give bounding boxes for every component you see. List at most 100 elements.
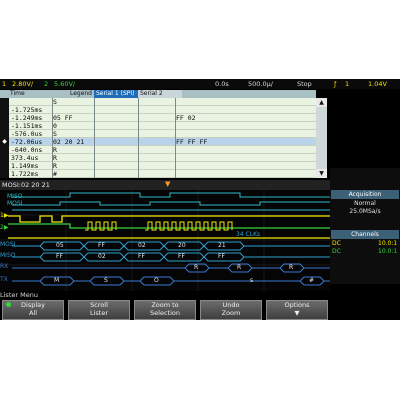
lister-row[interactable]: -1.249ms 05 FF FF 02 [0,114,316,122]
serial2-cell [176,170,314,178]
time-cell: 373.4us [11,154,39,162]
mosi-trace [12,201,330,206]
miso-byte: FF [218,253,225,260]
lister-header-legend[interactable]: Legend [52,90,94,98]
row-marker [0,114,9,122]
serial2-cell [176,122,314,130]
lister-header-time[interactable]: Time [0,90,52,98]
scroll-down-icon[interactable]: ▼ [316,169,327,178]
lister-row[interactable]: 1.722ms # [0,170,316,178]
lister-row[interactable]: -1.151ms 0 [0,122,316,130]
channels-title: Channels [331,230,399,239]
trigger-marker-icon: ▼ [165,180,171,188]
time-cell [11,98,51,106]
serial1-cell: 02 20 21 [53,138,85,146]
rx-mark: R [237,264,242,271]
serial2-cell [176,154,314,162]
selected-row-icon: ◆ [0,138,9,146]
trigger-edge-icon: ƒ [334,80,337,88]
mosi-digital-label: MOSI [7,200,23,207]
lister-row[interactable]: S [0,98,316,106]
mosi-byte: 20 [178,242,186,249]
column-divider [94,98,95,178]
miso-byte: FF [138,253,145,260]
serial2-cell [176,98,314,106]
ch2-trace [8,223,330,229]
row-marker [0,130,9,138]
sample-rate: 25.0MSa/s [349,208,381,215]
ch1-probe-ratio: 10.0:1 [378,240,398,247]
lister-header-serial2[interactable]: Serial 2 (UART) [138,90,182,105]
lister-scrollbar[interactable] [316,107,327,169]
time-cell: -640.0ns [11,146,43,154]
lister-row[interactable]: 373.4us R [0,154,316,162]
serial1-cell: R [53,146,57,154]
serial2-cell [176,146,314,154]
serial2-cell: FF FF FF [176,138,208,146]
time-cell: -72.06us [11,138,43,146]
trigger-source[interactable]: 1 [345,79,349,89]
tx-mark: M [54,277,60,284]
mosi-byte: 02 [138,242,146,249]
timebase-value[interactable]: 500.0µ/ [248,79,273,89]
serial2-cell [176,106,314,114]
serial2-rx-label: RX [0,263,9,270]
row-marker [0,98,9,106]
ch1-scale[interactable]: 2.80V/ [12,79,33,89]
waveform-display[interactable]: MISO MOSI 1▶ 2▶ MOSI MISO RX TX 34 CLKs … [0,190,330,291]
ch1-ground-marker[interactable]: 1▶ [0,212,8,220]
decode-header-bar: MOSI:02 20 21 ▼ [0,180,330,190]
status-bar: 1 2.80V/ 2 5.60V/ 0.0s 500.0µ/ Stop ƒ 1 … [0,79,400,89]
lister-row[interactable]: ◆ -72.06us 02 20 21 FF FF FF [0,138,316,146]
serial1-cell: S [53,130,57,138]
rx-mark: R [289,264,294,271]
mosi-byte: 21 [218,242,226,249]
time-cell: -1.725ms [11,106,43,114]
waveform-svg [0,190,330,291]
lister-row[interactable]: -576.0us S [0,130,316,138]
clock-burst [85,221,233,231]
softkey-scroll-lister[interactable]: Scroll Lister [68,300,130,320]
row-marker [0,162,9,170]
lister-header-fill [182,90,316,98]
acquisition-title: Acquisition [331,190,399,199]
ch2-number[interactable]: 2 [44,79,48,89]
miso-byte: FF [56,253,63,260]
time-cell: -576.0us [11,130,43,138]
delay-value[interactable]: 0.0s [215,79,229,89]
time-cell: 1.722ms [11,170,39,178]
clock-count-note: 34 CLKs [236,231,261,238]
ch2-scale[interactable]: 5.60V/ [54,79,75,89]
scope-screen: 1 2.80V/ 2 5.60V/ 0.0s 500.0µ/ Stop ƒ 1 … [0,79,400,320]
serial2-cell [176,130,314,138]
tx-mark: O [154,277,159,284]
serial1-mosi-label: MOSI [0,241,16,248]
tx-mark: # [309,277,315,284]
miso-byte: 02 [98,253,106,260]
chevron-down-icon: ▼ [294,309,300,317]
ch2-ground-marker[interactable]: 2▶ [0,224,8,232]
lister-row[interactable]: -640.0ns R [0,146,316,154]
softkey-options[interactable]: Options ▼ [266,300,328,320]
run-state: Stop [297,80,312,88]
miso-byte: FF [178,253,185,260]
ch1-trace [8,215,330,223]
row-marker [0,106,9,114]
scroll-up-icon[interactable]: ▲ [316,98,327,107]
softkey-undo-zoom[interactable]: Undo Zoom [200,300,262,320]
softkey-display-all[interactable]: Display All [2,300,64,320]
softkey-zoom-to-selection[interactable]: Zoom to Selection [134,300,196,320]
ch1-number[interactable]: 1 [2,79,6,89]
lister-row[interactable]: 1.149ms R [0,162,316,170]
serial2-cell: FF 02 [176,114,196,122]
lister-row[interactable]: -1.725ms [0,106,316,114]
lister-header-serial1[interactable]: Serial 1 (SPI) [94,90,138,98]
column-divider [175,98,176,178]
time-cell: -1.249ms [11,114,43,122]
column-divider [138,98,139,178]
serial1-cell: R [53,154,57,162]
tx-mark: S [104,277,108,284]
time-cell: -1.151ms [11,122,43,130]
tx-bus [12,276,330,286]
trigger-level[interactable]: 1.04V [368,79,387,89]
